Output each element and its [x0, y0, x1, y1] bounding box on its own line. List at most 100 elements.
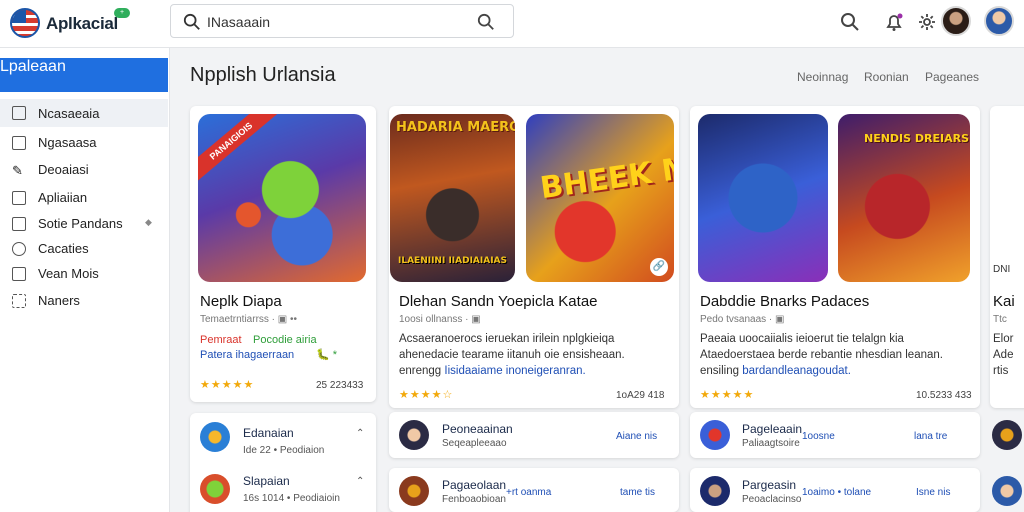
top-bar: Aplkacial +	[0, 0, 1024, 48]
profile-avatar[interactable]	[984, 6, 1014, 36]
app-meta: 1oosi ollnanss · ▣	[399, 314, 481, 325]
partial-line: Ttc	[993, 314, 1007, 325]
desc-highlight: Iisidaaiame inoneigeranran.	[444, 365, 586, 377]
partial-line: Ade	[993, 349, 1014, 361]
desc-line: ensiling bardandleanagoudat.	[700, 363, 972, 379]
sidebar-item-3[interactable]: ✎ Deoaiasi	[0, 157, 168, 183]
sidebar-item-label: Naners	[38, 293, 80, 308]
app-description: Paeaia uoocaiialis ieioerut tie telalgn …	[700, 331, 972, 379]
list-item-sub: Ide 22 • Peodiaion	[243, 445, 325, 456]
sidebar-item-label: Deoaiasi	[38, 162, 89, 177]
search-icon	[183, 13, 200, 30]
sidebar-item-7[interactable]: Vean Mois	[0, 261, 168, 287]
app-thumbnail[interactable]: PANAIGIOIS	[198, 114, 366, 282]
desc-text: ensiling	[700, 365, 739, 377]
top-link-2[interactable]: Roonian	[864, 70, 909, 84]
app-title[interactable]: Dabddie Bnarks Padaces	[700, 293, 869, 310]
folder-icon	[12, 217, 26, 231]
partial-title: Kai	[993, 293, 1015, 310]
list-item-name[interactable]: Peoneaainan	[442, 422, 513, 436]
list-item-avatar-partial[interactable]	[992, 476, 1022, 506]
top-link-3[interactable]: Pageanes	[925, 70, 979, 84]
list-item-action[interactable]: Aiane nis	[616, 431, 657, 442]
search-bar[interactable]	[170, 4, 514, 38]
list-item-avatar[interactable]	[200, 474, 230, 504]
app-meta: Temaetrntiarrss · ▣ ••	[200, 314, 298, 325]
sidebar-item-label: Sotie Pandans	[38, 216, 123, 231]
partial-line: Elor	[993, 333, 1014, 345]
app-description: Acsaeranoerocs ieruekan irilein nplgkiei…	[399, 331, 669, 379]
app-thumbnail[interactable]: NENDIS DREIARS	[838, 114, 970, 282]
list-item-name[interactable]: Pageleaain	[742, 422, 802, 436]
app-thumbnail[interactable]: HADARIA MAEROS ILAENIINI IIADIAIAIAS	[390, 114, 515, 282]
rating-count: 25 223433	[316, 380, 364, 391]
sidebar-item-label: Cacaties	[38, 241, 89, 256]
list-item-name[interactable]: Edanaian	[243, 426, 294, 440]
sidebar: Lpaleaan Ncasaeaia Ngasaasa ✎ Deoaiasi A…	[0, 48, 170, 512]
page-title: Npplish Urlansia	[190, 64, 336, 86]
list-item-avatar-partial[interactable]	[992, 420, 1022, 450]
app-thumbnail[interactable]: BHEEK MINGI 🔗	[526, 114, 674, 282]
desc-highlight: bardandleanagoudat.	[742, 365, 851, 377]
chevron-up-icon[interactable]: ⌃	[356, 476, 364, 487]
app-title[interactable]: Neplk Diapa	[200, 293, 282, 310]
grid-icon	[12, 294, 26, 308]
list-item-action[interactable]: tame tis	[620, 487, 655, 498]
list-item-avatar[interactable]	[700, 420, 730, 450]
notification-bell-icon[interactable]	[884, 12, 904, 32]
list-item-action[interactable]: Isne nis	[916, 487, 950, 498]
list-item-sub: Peoaclacinso	[742, 494, 802, 505]
search-icon[interactable]	[840, 12, 860, 32]
promo-ribbon: PANAIGIOIS	[198, 114, 279, 184]
sidebar-item-label: Lpaleaan	[0, 58, 66, 75]
list-item-name[interactable]: Pargeasin	[742, 478, 796, 492]
app-meta: Pedo tvsanaas · ▣	[700, 314, 785, 325]
desc-text: enrengg	[399, 365, 442, 377]
partial-label: DNI	[993, 264, 1011, 275]
sidebar-item-1[interactable]: Ncasaeaia	[0, 99, 168, 127]
art-title: HADARIA MAEROS	[396, 120, 515, 135]
list-item-avatar[interactable]	[200, 422, 230, 452]
sidebar-item-label: Ncasaeaia	[38, 106, 100, 121]
tag-blue: Patera ihagaerraan	[200, 349, 295, 361]
sidebar-item-6[interactable]: Cacaties	[0, 236, 168, 262]
list-item-action[interactable]: lana tre	[914, 431, 947, 442]
settings-gear-icon[interactable]	[917, 12, 937, 32]
user-avatar[interactable]	[941, 6, 971, 36]
desc-line: ahenedacie tearame iitanuh oie ensisheaa…	[399, 349, 625, 361]
chevron-up-icon[interactable]: ⌃	[356, 428, 364, 439]
sidebar-item-5[interactable]: Sotie Pandans ◆	[0, 211, 168, 237]
list-item-tag: 1oosne	[802, 431, 835, 442]
rating-count: 10.5233 433	[916, 390, 972, 401]
list-item-avatar[interactable]	[700, 476, 730, 506]
sidebar-item-8[interactable]: Naners	[0, 288, 168, 314]
sidebar-item-label: Ngasaasa	[38, 135, 97, 150]
app-thumbnail[interactable]	[698, 114, 828, 282]
app-badge: +	[114, 8, 130, 18]
list-item-avatar[interactable]	[399, 420, 429, 450]
sidebar-item-label: Vean Mois	[38, 266, 99, 281]
sidebar-item-home[interactable]: Lpaleaan	[0, 58, 168, 92]
app-name[interactable]: Aplkacial	[46, 14, 118, 34]
star-rating: ★★★★★	[200, 379, 255, 391]
search-input[interactable]	[207, 11, 447, 33]
desc-line: Paeaia uoocaiialis ieioerut tie telalgn …	[700, 333, 904, 345]
sidebar-item-4[interactable]: Apliaiian	[0, 185, 168, 211]
list-item-sub: Fenboaobioan	[442, 494, 506, 505]
sidebar-item-2[interactable]: Ngasaasa	[0, 130, 168, 156]
partial-line: rtis	[993, 365, 1009, 377]
link-icon[interactable]: 🔗	[650, 258, 668, 276]
top-link-1[interactable]: Neoinnag	[797, 70, 848, 84]
list-item-name[interactable]: Slapaian	[243, 474, 290, 488]
list-item-name[interactable]: Pagaeolaan	[442, 478, 506, 492]
rating-count: 1oA29 418	[616, 390, 665, 401]
app-logo[interactable]	[10, 8, 40, 38]
category-icon	[12, 242, 26, 256]
search-submit-icon[interactable]	[477, 13, 495, 31]
star-rating: ★★★★★	[700, 389, 755, 401]
pencil-icon: ✎	[12, 163, 23, 178]
app-title[interactable]: Dlehan Sandn Yoepicla Katae	[399, 293, 598, 310]
tag-extra: 🐛 *	[316, 349, 338, 361]
list-item-avatar[interactable]	[399, 476, 429, 506]
art-title: BHEEK MINGI	[538, 140, 674, 207]
